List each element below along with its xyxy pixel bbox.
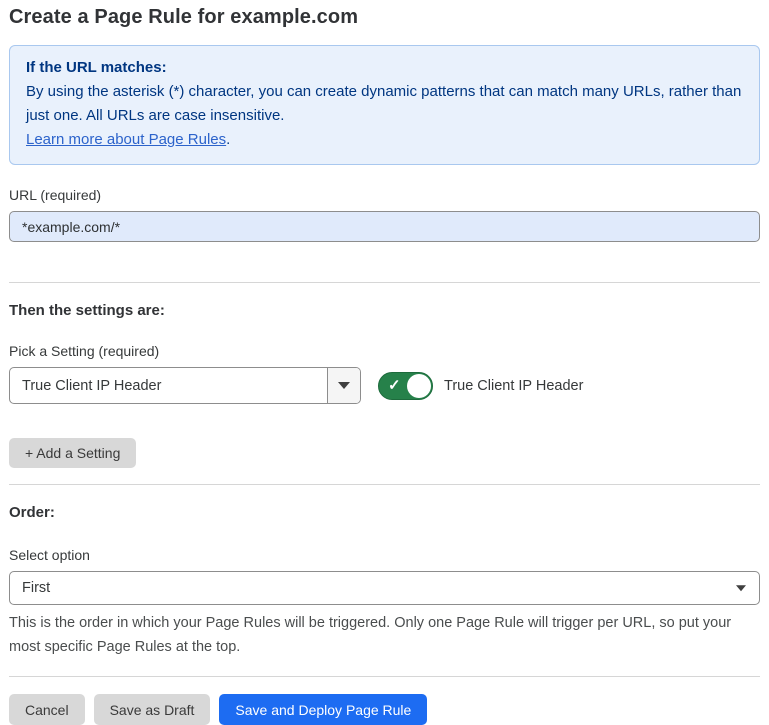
order-section-heading: Order: [9,504,760,521]
url-match-info-box: If the URL matches: By using the asteris… [9,45,760,165]
check-icon: ✓ [388,378,401,393]
settings-section-heading: Then the settings are: [9,302,760,319]
setting-dropdown[interactable]: True Client IP Header [9,367,361,404]
setting-toggle-label: True Client IP Header [444,378,583,394]
footer-button-row: Cancel Save as Draft Save and Deploy Pag… [9,694,760,725]
footer-divider [9,676,760,677]
dropdown-arrow-button[interactable] [327,368,360,403]
page-rule-form: Create a Page Rule for example.com If th… [0,0,769,725]
chevron-down-icon [736,585,746,591]
info-box-heading: If the URL matches: [26,56,743,80]
section-divider [9,484,760,485]
cancel-button[interactable]: Cancel [9,694,85,725]
info-box-body: By using the asterisk (*) character, you… [26,80,743,128]
add-setting-button[interactable]: + Add a Setting [9,438,136,468]
page-title: Create a Page Rule for example.com [9,0,760,29]
learn-more-link[interactable]: Learn more about Page Rules [26,131,226,148]
link-suffix: . [226,131,230,148]
order-select[interactable]: First [9,571,760,605]
toggle-knob [407,374,431,398]
order-help-text: This is the order in which your Page Rul… [9,611,760,659]
save-and-deploy-button[interactable]: Save and Deploy Page Rule [219,694,427,725]
order-select-value: First [22,580,50,596]
order-select-wrap: First [9,571,760,605]
setting-toggle[interactable]: ✓ [378,372,433,400]
setting-row: True Client IP Header ✓ True Client IP H… [9,367,760,404]
save-as-draft-button[interactable]: Save as Draft [94,694,211,725]
url-input[interactable] [9,211,760,242]
pick-setting-label: Pick a Setting (required) [9,343,760,359]
url-field-label: URL (required) [9,187,760,203]
info-box-link-line: Learn more about Page Rules. [26,128,743,152]
select-option-label: Select option [9,547,760,563]
section-divider [9,282,760,283]
chevron-down-icon [338,382,350,389]
setting-dropdown-value: True Client IP Header [10,368,327,403]
